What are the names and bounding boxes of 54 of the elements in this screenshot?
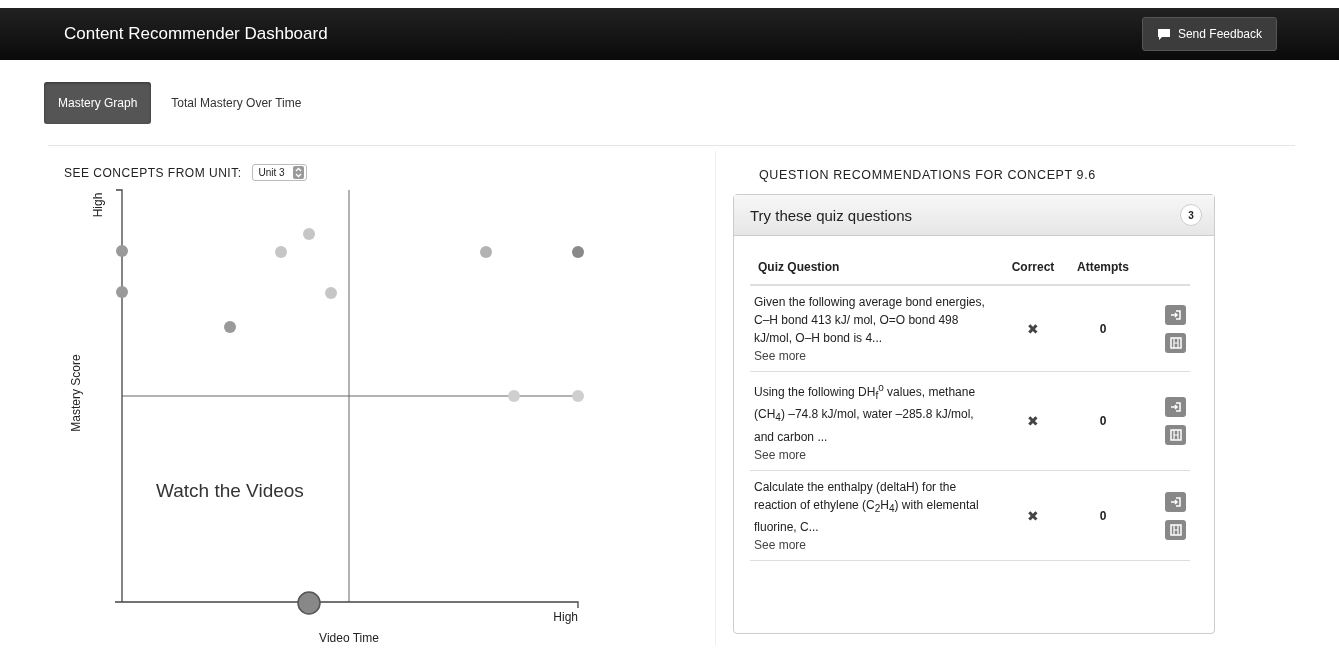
film-icon [1169, 337, 1182, 349]
enter-icon [1169, 495, 1182, 508]
enter-icon [1169, 309, 1182, 321]
question-text: Given the following average bond energies, C–H bond 413 kJ/ mol, O=O bond 498 kJ/mol, O–H bond is 4... [754, 294, 986, 347]
quadrant-label: Watch the Videos [156, 480, 304, 501]
speech-bubble-icon [1156, 27, 1171, 41]
question-text: Calculate the enthalpy (deltaH) for the reaction of ethylene (C$_{2}$H$_{4}$) with elemental fluorine, C... [754, 478, 980, 537]
count-badge: 3 [1180, 204, 1202, 226]
column-header: Correct [998, 250, 1068, 285]
data-point[interactable] [572, 246, 584, 258]
data-point[interactable] [224, 321, 236, 333]
attempts-count: 0 [1099, 508, 1107, 523]
tab[interactable]: Total Mastery Over Time [157, 82, 316, 124]
app-title: Content Recommender Dashboard [64, 24, 328, 44]
data-point[interactable] [275, 246, 287, 258]
unit-filter-label: SEE CONCEPTS FROM UNIT: [64, 165, 242, 180]
open-button[interactable] [1165, 491, 1186, 512]
video-button[interactable] [1165, 333, 1186, 353]
tab[interactable]: Mastery Graph [44, 82, 152, 124]
data-point[interactable] [325, 287, 337, 299]
film-icon [1169, 523, 1182, 536]
panel-title: Try these quiz questions [750, 206, 913, 224]
data-point[interactable] [116, 245, 128, 257]
selected-data-point[interactable] [297, 591, 321, 615]
attempts-count: 0 [1099, 414, 1107, 429]
see-more-link[interactable]: See more [754, 447, 807, 462]
video-button[interactable] [1165, 425, 1186, 446]
column-header: Attempts [1068, 250, 1138, 285]
column-header: Quiz Question [750, 250, 998, 285]
x-axis-label: Video Time [319, 631, 379, 645]
question-text: Using the following DH$_{f}$$^{o}$ values, methane (CH$_{4}$) –74.8 kJ/mol, water –285.8 kJ/mol, and carbon ... [754, 381, 977, 446]
data-point[interactable] [116, 286, 128, 298]
data-point[interactable] [508, 390, 520, 402]
data-point[interactable] [572, 390, 584, 402]
y-high-label: High [91, 192, 105, 218]
section-heading: QUESTION RECOMMENDATIONS FOR CONCEPT 9.6 [759, 168, 1097, 182]
incorrect-mark: ✖ [1027, 321, 1039, 337]
attempts-count: 0 [1099, 322, 1107, 336]
stepper-icon [292, 166, 304, 179]
open-button[interactable] [1165, 397, 1186, 418]
film-icon [1169, 429, 1182, 442]
x-high-label: High [553, 610, 578, 624]
incorrect-mark: ✖ [1027, 507, 1039, 524]
send-feedback-button[interactable]: Send Feedback [1141, 17, 1277, 51]
see-more-link[interactable]: See more [754, 349, 807, 363]
data-point[interactable] [303, 228, 315, 240]
enter-icon [1169, 401, 1182, 414]
data-point[interactable] [480, 246, 492, 258]
incorrect-mark: ✖ [1027, 413, 1039, 430]
see-more-link[interactable]: See more [754, 538, 807, 553]
y-axis-label: Mastery Score [69, 354, 83, 432]
open-button[interactable] [1165, 305, 1186, 325]
unit-select[interactable]: Unit 3 [251, 164, 307, 181]
video-button[interactable] [1165, 519, 1186, 540]
